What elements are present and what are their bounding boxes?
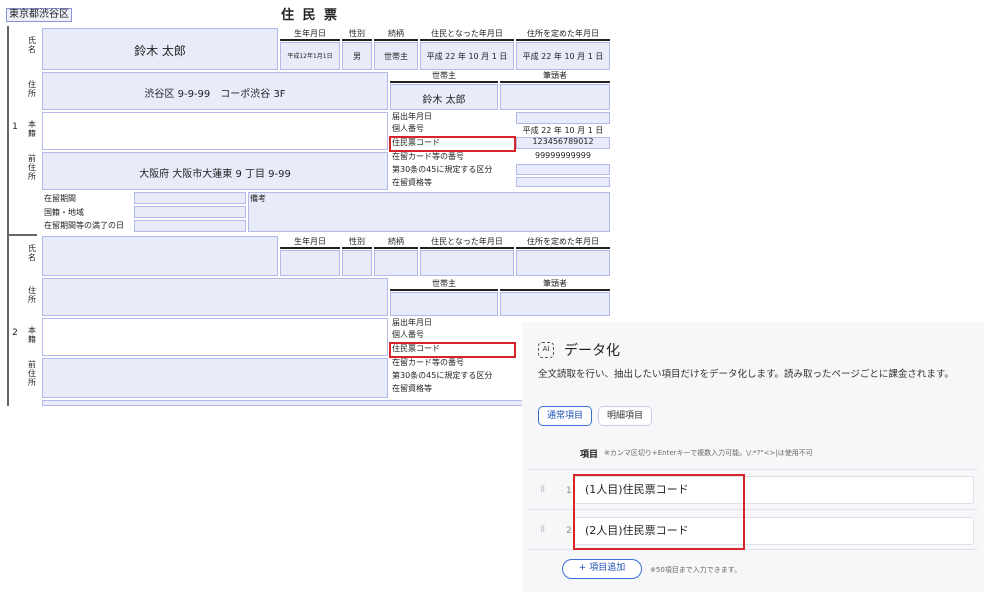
name-field-2 (42, 236, 278, 276)
resident-card-number-value: 99999999999 (535, 151, 591, 160)
label-domicile-2: 本籍 (28, 326, 36, 344)
became-resident-field-2 (420, 250, 514, 276)
relation-field-2 (374, 250, 418, 276)
header-became-resident-2: 住民となった年月日 (420, 236, 514, 249)
family-head-field (500, 84, 610, 110)
label-article-30-45: 第30条の45に規定する区分 (392, 165, 493, 174)
address-fixed-value: 平成 22 年 10 月 1 日 (522, 52, 604, 61)
address-fixed-field-2 (516, 250, 610, 276)
header-address-fixed: 住所を定めた年月日 (516, 28, 610, 41)
label-prev-address-2: 前住所 (28, 360, 36, 387)
status-of-residence-field (516, 177, 610, 187)
tab-standard-items[interactable]: 通常項目 (538, 406, 592, 426)
label-address-2: 住所 (28, 286, 36, 304)
household-head-field-2 (390, 292, 498, 316)
article-30-45-field (516, 164, 610, 175)
notified-date-value: 平成 22 年 10 月 1 日 (522, 126, 604, 135)
prev-address-value: 大阪府 大阪市大蓮東 9 丁目 9-99 (139, 169, 291, 180)
data-extraction-panel: AI データ化 全文読取を行い、抽出したい項目だけをデータ化します。読み取ったペ… (522, 322, 984, 592)
drag-handle-icon[interactable]: ⁞⁞ (540, 524, 545, 535)
birth-field-2 (280, 250, 340, 276)
header-relation: 続柄 (374, 28, 418, 41)
label-prev-address: 前住所 (28, 154, 36, 181)
sex-value: 男 (353, 52, 361, 61)
header-family-head: 筆頭者 (500, 70, 610, 83)
nationality-field (134, 206, 246, 218)
personal-number-value: 123456789012 (532, 137, 594, 146)
panel-description: 全文読取を行い、抽出したい項目だけをデータ化します。読み取ったページごとに課金さ… (538, 369, 954, 380)
items-label: 項目 (580, 450, 599, 460)
label-nationality: 国籍・地域 (44, 208, 84, 217)
person-2-index: 2 (12, 328, 18, 338)
address-value: 渋谷区 9-9-99 コーポ渋谷 3F (144, 89, 286, 100)
header-household-head: 世帯主 (390, 70, 498, 83)
remarks-field (248, 192, 610, 232)
prev-address-field-2 (42, 358, 388, 398)
header-birth: 生年月日 (280, 28, 340, 41)
label-address: 住所 (28, 80, 36, 98)
label-domicile: 本籍 (28, 120, 36, 138)
sex-field-2 (342, 250, 372, 276)
label-residency-period: 在留期間 (44, 194, 76, 203)
header-family-head-2: 筆頭者 (500, 278, 610, 291)
label-personal-number: 個人番号 (392, 124, 424, 133)
label-resident-card-number-2: 在留カード等の番号 (392, 358, 464, 367)
birth-value: 平成12年1月1日 (287, 53, 333, 60)
domicile-field-2 (42, 318, 388, 356)
residency-period-field (134, 192, 246, 204)
person-divider (7, 234, 37, 236)
label-name-2: 氏名 (28, 244, 36, 262)
became-resident-value: 平成 22 年 10 月 1 日 (426, 52, 508, 61)
person-1-side-labels: 届出年月日 個人番号 住民票コード 在留カード等の番号 第30条の45に規定する… (390, 112, 514, 192)
name-value: 鈴木 太郎 (134, 44, 186, 58)
notified-date-field (516, 112, 610, 124)
header-sex: 性別 (342, 28, 372, 41)
municipality-label: 東京都渋谷区 (6, 8, 72, 22)
domicile-field (42, 112, 388, 150)
header-became-resident: 住民となった年月日 (420, 28, 514, 41)
household-head-value: 鈴木 太郎 (422, 95, 466, 106)
address-field-2 (42, 278, 388, 316)
add-item-button[interactable]: + 項目追加 (562, 559, 642, 579)
header-sex-2: 性別 (342, 236, 372, 249)
label-personal-number-2: 個人番号 (392, 330, 424, 339)
label-residency-expiry: 在留期間等の満了の日 (44, 221, 124, 230)
items-hint: ※カンマ区切り+Enterキーで複数入力可能。\/:*?"<>|は使用不可 (604, 449, 813, 457)
residency-expiry-field (134, 220, 246, 232)
label-status-of-residence: 在留資格等 (392, 178, 432, 187)
header-household-head-2: 世帯主 (390, 278, 498, 291)
panel-title: データ化 (564, 343, 620, 359)
label-notified-date: 届出年月日 (392, 112, 432, 121)
person-1-index: 1 (12, 122, 18, 132)
relation-value: 世帯主 (384, 52, 408, 61)
item-2-number: 2 (566, 526, 572, 536)
label-status-of-residence-2: 在留資格等 (392, 384, 432, 393)
header-address-fixed-2: 住所を定めた年月日 (516, 236, 610, 249)
ai-icon: AI (538, 342, 554, 358)
header-birth-2: 生年月日 (280, 236, 340, 249)
label-resident-card-number: 在留カード等の番号 (392, 152, 464, 161)
items-divider (528, 469, 978, 470)
residency-block: 在留期間 国籍・地域 在留期間等の満了の日 備考 (42, 192, 610, 232)
family-head-field-2 (500, 292, 610, 316)
add-item-hint: ※50項目まで入力できます。 (650, 566, 742, 574)
label-remarks: 備考 (250, 194, 266, 203)
item-1-number: 1 (566, 486, 572, 496)
person-2-side-labels: 届出年月日 個人番号 住民票コード 在留カード等の番号 第30条の45に規定する… (390, 318, 514, 398)
label-name: 氏名 (28, 36, 36, 54)
header-relation-2: 続柄 (374, 236, 418, 249)
resident-code-highlight-2 (389, 342, 516, 358)
label-notified-date-2: 届出年月日 (392, 318, 432, 327)
drag-handle-icon[interactable]: ⁞⁞ (540, 484, 545, 495)
label-article-30-45-2: 第30条の45に規定する区分 (392, 371, 493, 380)
tab-detail-items[interactable]: 明細項目 (598, 406, 652, 426)
items-highlight (573, 474, 745, 550)
document-title: 住 民 票 (280, 8, 340, 23)
resident-code-highlight-1 (389, 136, 516, 152)
left-border (7, 26, 9, 406)
